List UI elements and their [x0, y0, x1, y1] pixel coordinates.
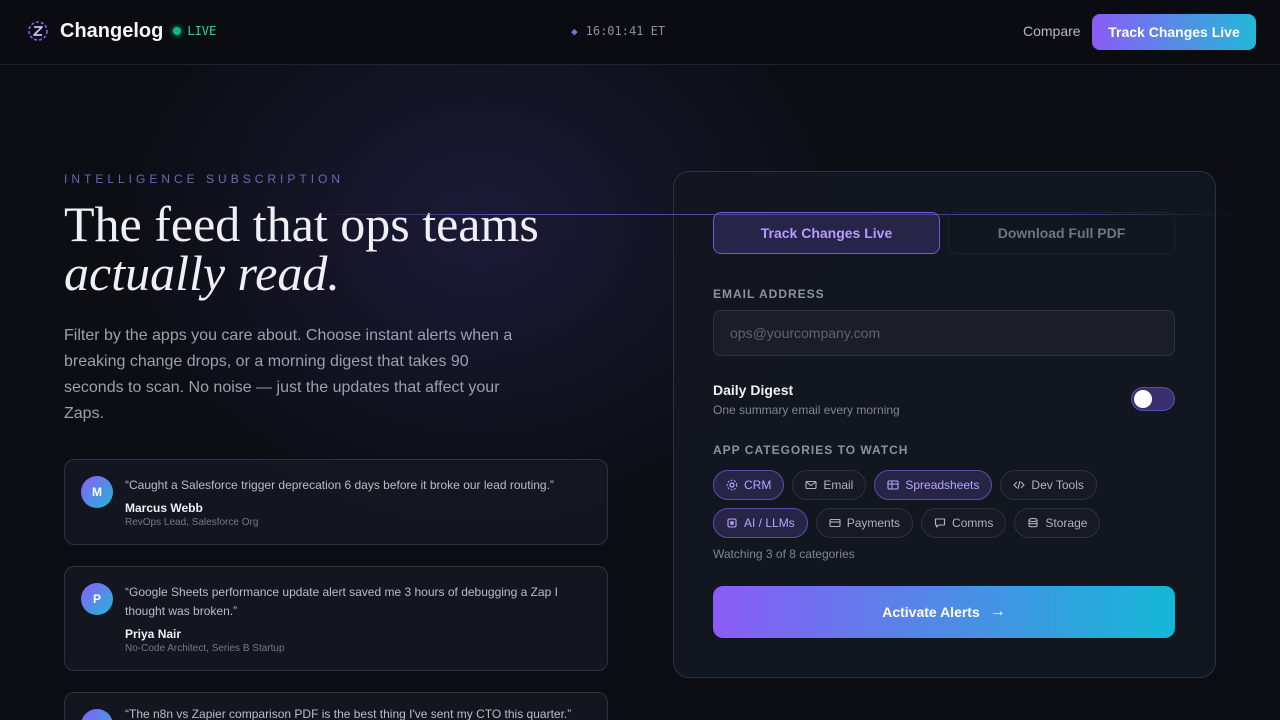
testimonial-name: Priya Nair: [125, 627, 182, 641]
brand-name: Changelog: [60, 19, 164, 42]
top-navigation-bar: Changelog LIVE ◆ 16:01:41 ET Compare Tra…: [0, 0, 1280, 65]
activate-label: Activate Alerts: [882, 604, 980, 620]
headline-line-1: The feed that ops teams: [64, 196, 539, 252]
testimonial-quote: “Google Sheets performance update alert …: [125, 585, 558, 618]
category-chip-dev-tools[interactable]: Dev Tools: [1000, 470, 1097, 500]
category-chip-payments[interactable]: Payments: [815, 508, 914, 538]
logo-icon: [26, 19, 50, 43]
chip-label: Storage: [1045, 516, 1088, 530]
category-chip-comms[interactable]: Comms: [921, 508, 1007, 538]
tab-track-changes-live[interactable]: Track Changes Live: [713, 212, 940, 254]
category-chip-storage[interactable]: Storage: [1014, 508, 1101, 538]
clock-time: 16:01:41 ET: [585, 24, 666, 38]
chip-label: CRM: [744, 478, 772, 492]
categories-label: APP CATEGORIES TO WATCH: [713, 443, 909, 457]
ai-chip-icon: [726, 517, 738, 529]
category-chip-email[interactable]: Email: [792, 470, 867, 500]
activate-alerts-button[interactable]: Activate Alerts →: [713, 586, 1175, 638]
live-label: LIVE: [187, 24, 217, 38]
chip-label: Comms: [952, 516, 994, 530]
compare-link[interactable]: Compare: [1023, 23, 1081, 39]
live-dot-icon: [173, 27, 182, 35]
card-icon: [829, 517, 841, 529]
chip-label: AI / LLMs: [744, 516, 795, 530]
chip-label: Payments: [846, 516, 901, 530]
track-changes-live-button[interactable]: Track Changes Live: [1092, 14, 1256, 50]
testimonial-quote: “The n8n vs Zapier comparison PDF is the…: [125, 707, 572, 720]
category-chip-crm[interactable]: CRM: [713, 470, 785, 500]
category-chips: CRM Email Spreadsheets Dev Tools AI / LL…: [713, 470, 1183, 546]
code-icon: [1013, 479, 1026, 491]
headline-line-2: actually read.: [64, 245, 340, 301]
chip-label: Email: [823, 478, 854, 492]
tab-download-full-pdf[interactable]: Download Full PDF: [948, 212, 1175, 254]
testimonial-quote: “Caught a Salesforce trigger deprecation…: [125, 478, 554, 492]
hero-description: Filter by the apps you care about. Choos…: [64, 327, 513, 422]
avatar: P: [81, 583, 113, 615]
live-indicator: LIVE: [173, 24, 216, 38]
chip-label: Spreadsheets: [905, 478, 980, 492]
eyebrow-label: INTELLIGENCE SUBSCRIPTION: [64, 172, 345, 186]
testimonial-card: M “Caught a Salesforce trigger deprecati…: [64, 459, 608, 545]
avatar: [81, 709, 113, 720]
testimonial-role: No-Code Architect, Series B Startup: [125, 643, 285, 654]
testimonial-name: Marcus Webb: [125, 501, 203, 515]
category-chip-spreadsheets[interactable]: Spreadsheets: [874, 470, 993, 500]
testimonial-card: “The n8n vs Zapier comparison PDF is the…: [64, 692, 608, 720]
email-label: EMAIL ADDRESS: [713, 287, 825, 301]
chip-label: Dev Tools: [1031, 478, 1084, 492]
avatar: M: [81, 476, 113, 508]
spreadsheet-icon: [887, 479, 899, 491]
database-icon: [1027, 517, 1039, 529]
daily-digest-description: One summary email every morning: [713, 403, 900, 417]
brand[interactable]: Changelog LIVE: [26, 19, 216, 43]
testimonial-role: RevOps Lead, Salesforce Org: [125, 517, 259, 528]
arrow-right-icon: →: [989, 603, 1006, 620]
category-chip-ai-llms[interactable]: AI / LLMs: [713, 508, 808, 538]
watching-count: Watching 3 of 8 categories: [713, 547, 855, 561]
email-field[interactable]: [713, 310, 1175, 356]
testimonial-card: P “Google Sheets performance update aler…: [64, 566, 608, 671]
chat-icon: [934, 517, 946, 529]
daily-digest-toggle[interactable]: [1131, 387, 1175, 411]
diamond-icon: ◆: [571, 24, 578, 38]
clock: ◆ 16:01:41 ET: [571, 24, 665, 38]
crm-icon: [726, 479, 738, 491]
email-icon: [805, 479, 817, 491]
toggle-knob: [1134, 390, 1152, 408]
daily-digest-title: Daily Digest: [713, 382, 794, 398]
